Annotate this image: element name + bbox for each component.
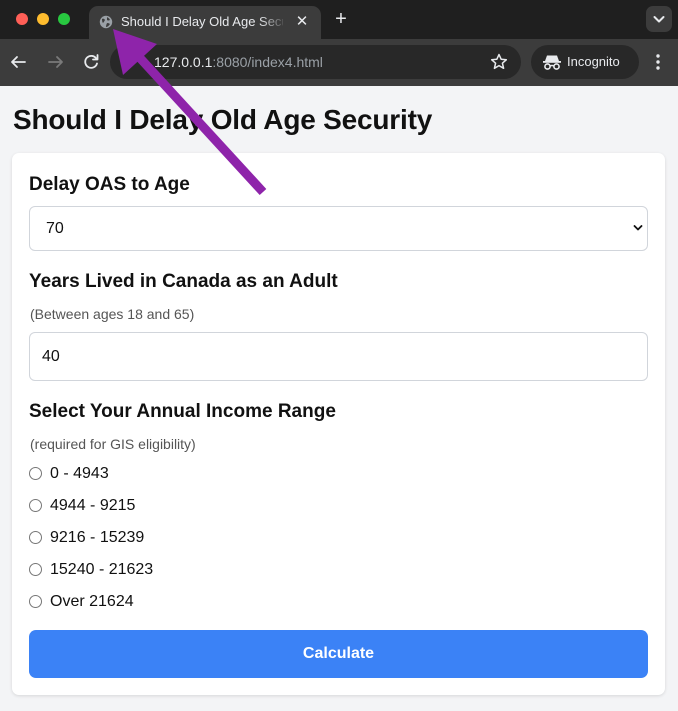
delay-label: Delay OAS to Age [29,174,190,195]
address-bar[interactable]: 127.0.0.1:8080/index4.html [110,45,521,79]
tab-search-button[interactable] [646,6,672,32]
years-input[interactable]: 40 [29,332,648,381]
browser-toolbar: 127.0.0.1:8080/index4.html Incognito [0,39,678,86]
star-icon[interactable] [488,51,510,73]
income-option[interactable]: 15240 - 21623 [29,560,329,580]
more-vert-icon[interactable] [646,50,670,74]
url-host: 127.0.0.1 [154,54,213,70]
window-maximize-button[interactable] [58,13,70,25]
page-title: Should I Delay Old Age Security [13,104,433,135]
incognito-label: Incognito [567,54,620,69]
radio-button[interactable] [29,467,42,480]
income-option-label: 0 - 4943 [50,465,109,482]
income-option[interactable]: 0 - 4943 [29,464,329,484]
globe-icon [99,15,113,29]
income-option-label: Over 21624 [50,593,134,610]
years-label: Years Lived in Canada as an Adult [29,271,338,292]
chevron-down-icon [633,225,643,231]
reload-icon[interactable] [79,50,103,74]
income-option[interactable]: Over 21624 [29,592,329,612]
browser-tab-bar: Should I Delay Old Age Security ✕ + [0,0,678,39]
forward-arrow-icon[interactable] [44,50,68,74]
income-option-label: 15240 - 21623 [50,561,154,578]
window-close-button[interactable] [16,13,28,25]
browser-tab[interactable]: Should I Delay Old Age Security ✕ [89,6,321,39]
years-value: 40 [42,348,60,365]
income-option-label: 9216 - 15239 [50,529,145,546]
income-option[interactable]: 9216 - 15239 [29,528,329,548]
radio-button[interactable] [29,499,42,512]
incognito-indicator[interactable]: Incognito [531,45,639,79]
plus-icon[interactable]: + [330,8,352,30]
income-option-label: 4944 - 9215 [50,497,136,514]
window-minimize-button[interactable] [37,13,49,25]
back-arrow-icon[interactable] [6,50,30,74]
calculate-button[interactable]: Calculate [29,630,648,678]
income-option[interactable]: 4944 - 9215 [29,496,329,516]
close-icon[interactable]: ✕ [292,12,312,32]
radio-button[interactable] [29,563,42,576]
delay-age-value: 70 [46,220,64,237]
income-label: Select Your Annual Income Range [29,401,336,422]
form-card: Delay OAS to Age 70 Years Lived in Canad… [12,153,665,695]
delay-age-select[interactable]: 70 [29,206,648,251]
url-path: :8080/index4.html [212,54,323,70]
years-hint: (Between ages 18 and 65) [30,306,195,322]
income-hint: (required for GIS eligibility) [30,436,196,452]
radio-button[interactable] [29,595,42,608]
radio-button[interactable] [29,531,42,544]
tab-title-fade [259,10,287,34]
chevron-down-icon [653,16,665,23]
url-text: 127.0.0.1:8080/index4.html [154,54,323,70]
incognito-icon [543,55,561,70]
